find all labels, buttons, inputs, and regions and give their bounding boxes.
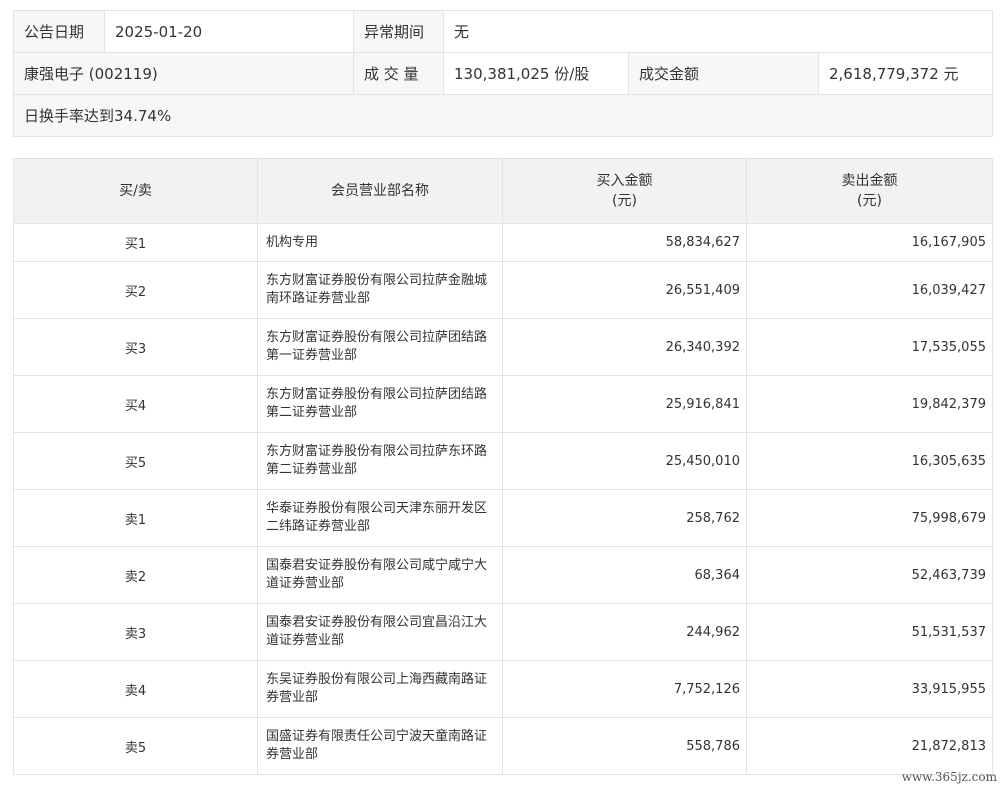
row-sell-amount: 16,305,635: [746, 432, 993, 490]
row-side: 卖2: [13, 546, 258, 604]
header-side: 买/卖: [13, 158, 258, 224]
detail-header-row: 买/卖 会员营业部名称 买入金额 (元) 卖出金额 (元): [13, 158, 993, 224]
row-buy-amount: 7,752,126: [502, 660, 747, 718]
row-sell-amount: 75,998,679: [746, 489, 993, 547]
row-sell-amount: 21,872,813: [746, 717, 993, 775]
header-buy-title: 买入金额: [596, 173, 653, 189]
announce-date-value: 2025-01-20: [104, 10, 354, 53]
header-sell-title: 卖出金额: [841, 173, 898, 189]
row-sell-amount: 17,535,055: [746, 318, 993, 376]
row-dept: 国泰君安证券股份有限公司宜昌沿江大道证券营业部: [257, 603, 503, 661]
row-dept: 华泰证券股份有限公司天津东丽开发区二纬路证券营业部: [257, 489, 503, 547]
turnover-label: 成交金额: [628, 52, 819, 95]
stock-name: 康强电子 (002119): [13, 52, 354, 95]
seat-detail-table: 买/卖 会员营业部名称 买入金额 (元) 卖出金额 (元) 买1 机构专用 58…: [13, 158, 993, 775]
row-sell-amount: 52,463,739: [746, 546, 993, 604]
reason-text: 日换手率达到34.74%: [12, 94, 994, 137]
watermark: www.365jz.com: [901, 770, 997, 784]
row-side: 买5: [13, 432, 258, 490]
table-row: 买4 东方财富证券股份有限公司拉萨团结路第二证券营业部 25,916,841 1…: [13, 375, 993, 433]
row-side: 卖1: [13, 489, 258, 547]
row-dept: 国盛证券有限责任公司宁波天童南路证券营业部: [257, 717, 503, 775]
header-dept: 会员营业部名称: [257, 158, 503, 224]
volume-value: 130,381,025 份/股: [443, 52, 629, 95]
summary-row-reason: 日换手率达到34.74%: [12, 94, 994, 137]
abnormal-period-value: 无: [442, 10, 994, 53]
table-row: 卖4 东吴证券股份有限公司上海西藏南路证券营业部 7,752,126 33,91…: [13, 660, 993, 718]
row-buy-amount: 258,762: [502, 489, 747, 547]
row-dept: 国泰君安证券股份有限公司咸宁咸宁大道证券营业部: [257, 546, 503, 604]
table-row: 卖5 国盛证券有限责任公司宁波天童南路证券营业部 558,786 21,872,…: [13, 717, 993, 775]
row-side: 卖4: [13, 660, 258, 718]
row-dept: 东方财富证券股份有限公司拉萨东环路第二证券营业部: [257, 432, 503, 490]
row-side: 卖3: [13, 603, 258, 661]
header-buy: 买入金额 (元): [502, 158, 747, 224]
row-buy-amount: 558,786: [502, 717, 747, 775]
row-dept: 东方财富证券股份有限公司拉萨金融城南环路证券营业部: [257, 261, 503, 319]
row-buy-amount: 26,340,392: [502, 318, 747, 376]
header-sell: 卖出金额 (元): [746, 158, 993, 224]
row-buy-amount: 68,364: [502, 546, 747, 604]
announce-date-label: 公告日期: [13, 10, 105, 53]
turnover-value: 2,618,779,372 元: [817, 52, 994, 95]
row-side: 买2: [13, 261, 258, 319]
table-row: 卖1 华泰证券股份有限公司天津东丽开发区二纬路证券营业部 258,762 75,…: [13, 489, 993, 547]
row-side: 买4: [13, 375, 258, 433]
row-sell-amount: 19,842,379: [746, 375, 993, 433]
summary-row-trade: 康强电子 (002119) 成 交 量 130,381,025 份/股 成交金额…: [13, 52, 994, 95]
row-dept: 东方财富证券股份有限公司拉萨团结路第二证券营业部: [257, 375, 503, 433]
row-buy-amount: 25,450,010: [502, 432, 747, 490]
row-side: 买1: [13, 223, 258, 262]
summary-row-date: 公告日期 2025-01-20 异常期间 无: [13, 10, 994, 53]
row-side: 卖5: [13, 717, 258, 775]
row-buy-amount: 25,916,841: [502, 375, 747, 433]
row-buy-amount: 244,962: [502, 603, 747, 661]
row-dept: 东方财富证券股份有限公司拉萨团结路第一证券营业部: [257, 318, 503, 376]
row-sell-amount: 33,915,955: [746, 660, 993, 718]
table-row: 卖2 国泰君安证券股份有限公司咸宁咸宁大道证券营业部 68,364 52,463…: [13, 546, 993, 604]
table-row: 买3 东方财富证券股份有限公司拉萨团结路第一证券营业部 26,340,392 1…: [13, 318, 993, 376]
summary-table: 公告日期 2025-01-20 异常期间 无 康强电子 (002119) 成 交…: [12, 10, 994, 137]
table-row: 买1 机构专用 58,834,627 16,167,905: [13, 223, 993, 262]
header-buy-unit: (元): [612, 193, 637, 209]
row-dept: 机构专用: [257, 223, 503, 262]
row-dept: 东吴证券股份有限公司上海西藏南路证券营业部: [257, 660, 503, 718]
table-row: 买5 东方财富证券股份有限公司拉萨东环路第二证券营业部 25,450,010 1…: [13, 432, 993, 490]
row-sell-amount: 16,167,905: [746, 223, 993, 262]
volume-label: 成 交 量: [353, 52, 444, 95]
table-row: 卖3 国泰君安证券股份有限公司宜昌沿江大道证券营业部 244,962 51,53…: [13, 603, 993, 661]
abnormal-period-label: 异常期间: [353, 10, 444, 53]
row-sell-amount: 51,531,537: [746, 603, 993, 661]
row-buy-amount: 58,834,627: [502, 223, 747, 262]
row-sell-amount: 16,039,427: [746, 261, 993, 319]
header-sell-unit: (元): [857, 193, 882, 209]
table-row: 买2 东方财富证券股份有限公司拉萨金融城南环路证券营业部 26,551,409 …: [13, 261, 993, 319]
row-side: 买3: [13, 318, 258, 376]
row-buy-amount: 26,551,409: [502, 261, 747, 319]
